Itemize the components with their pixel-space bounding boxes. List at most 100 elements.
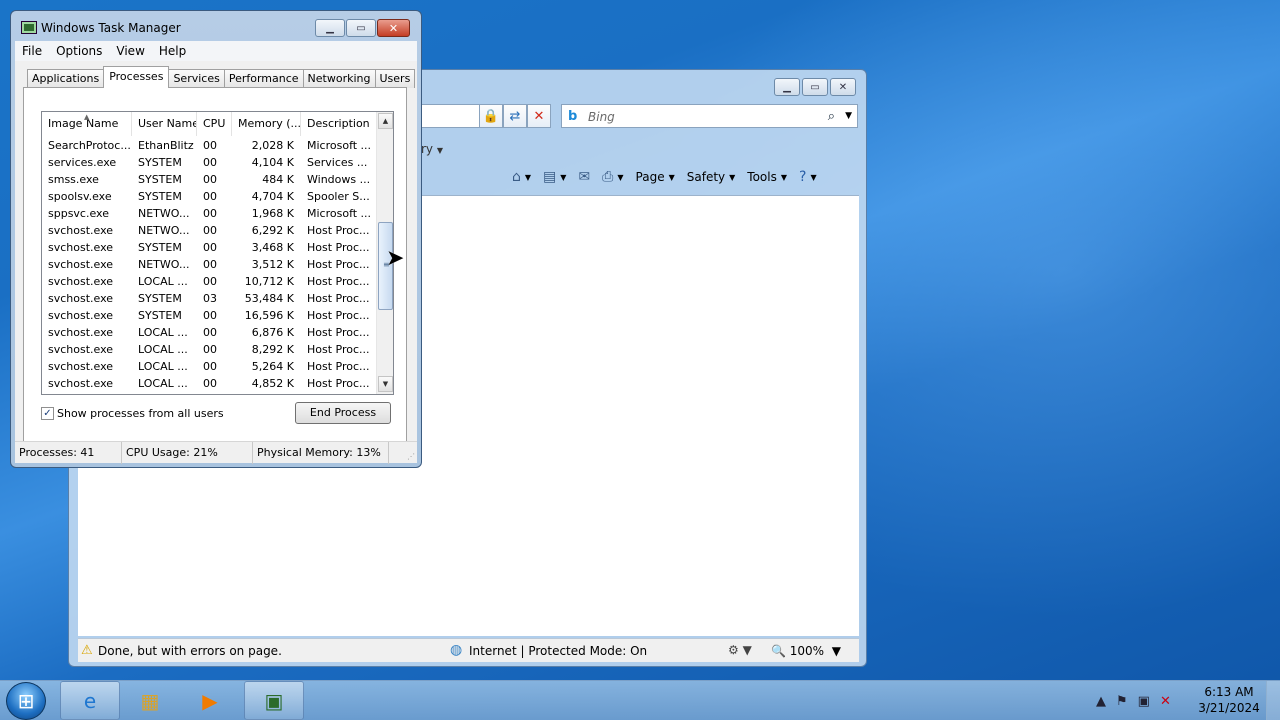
search-dropdown-icon[interactable]: ▼: [845, 111, 852, 121]
page-menu[interactable]: Page ▼: [633, 170, 678, 184]
description-cell: Host Proc...: [307, 343, 370, 356]
favorites-fragment-text: ry: [421, 142, 434, 156]
user-name-cell: SYSTEM: [138, 156, 182, 169]
search-icon[interactable]: ⌕: [828, 109, 835, 124]
menu-options[interactable]: Options: [49, 44, 109, 58]
tab-performance[interactable]: Performance: [223, 69, 304, 88]
table-row[interactable]: svchost.exe LOCAL ... 00 5,264 K Host Proc..…: [42, 358, 375, 375]
show-hidden-icons-icon[interactable]: ▲: [1096, 694, 1106, 709]
menu-view[interactable]: View: [109, 44, 151, 58]
safety-menu[interactable]: Safety ▼: [684, 170, 739, 184]
table-row[interactable]: svchost.exe NETWO... 00 3,512 K Host Proc...: [42, 256, 375, 273]
image-name-cell: svchost.exe: [48, 224, 114, 237]
home-icon: ⌂: [512, 169, 521, 185]
column-image-name[interactable]: ▲ Image Name: [42, 112, 132, 136]
tab-users[interactable]: Users: [374, 69, 416, 88]
network-icon[interactable]: ▣: [1138, 694, 1150, 709]
table-row[interactable]: svchost.exe LOCAL ... 00 8,292 K Host Proc..…: [42, 341, 375, 358]
user-name-cell: EthanBlitz: [138, 139, 194, 152]
help-menu[interactable]: ? ▼: [796, 169, 820, 185]
window-title: Windows Task Manager: [41, 21, 181, 35]
column-user-name[interactable]: User Name: [132, 112, 197, 136]
refresh-icon[interactable]: ⇄: [503, 104, 527, 128]
table-row[interactable]: svchost.exe LOCAL ... 00 10,712 K Host Proc.…: [42, 273, 375, 290]
show-all-users-checkbox[interactable]: ✓ Show processes from all users: [41, 407, 224, 420]
table-row[interactable]: services.exe SYSTEM 00 4,104 K Services ...: [42, 154, 375, 171]
column-description[interactable]: Description: [301, 112, 375, 136]
mail-button[interactable]: ✉: [575, 169, 593, 185]
description-cell: Host Proc...: [307, 326, 370, 339]
start-button[interactable]: ⊞: [6, 682, 46, 720]
task-manager-window[interactable]: Windows Task Manager ▁ ▭ ✕ File Options …: [10, 10, 422, 468]
close-button[interactable]: ✕: [377, 19, 410, 37]
feeds-button[interactable]: ▤ ▼: [540, 169, 569, 185]
security-zone[interactable]: Internet | Protected Mode: On: [469, 644, 647, 658]
table-row[interactable]: svchost.exe LOCAL ... 00 6,876 K Host Proc..…: [42, 324, 375, 341]
stop-icon[interactable]: ✕: [527, 104, 551, 128]
table-row[interactable]: svchost.exe SYSTEM 00 3,468 K Host Proc...: [42, 239, 375, 256]
taskbar-explorer-icon[interactable]: ▦: [120, 681, 180, 720]
popup-blocker-icon[interactable]: ⚙ ▼: [728, 643, 752, 657]
scroll-up-button[interactable]: ▲: [378, 113, 393, 129]
table-row[interactable]: SearchProtoc... EthanBlitz 00 2,028 K Micros…: [42, 137, 375, 154]
table-row[interactable]: svchost.exe NETWO... 00 6,292 K Host Proc...: [42, 222, 375, 239]
task-manager-body: Applications Processes Services Performa…: [15, 61, 417, 447]
cpu-cell: 00: [203, 139, 217, 152]
description-cell: Host Proc...: [307, 292, 370, 305]
action-center-flag-icon[interactable]: ⚑: [1116, 694, 1128, 709]
maximize-button[interactable]: ▭: [802, 78, 828, 96]
user-name-cell: LOCAL ...: [138, 360, 188, 373]
description-cell: Services ...: [307, 156, 368, 169]
table-row[interactable]: svchost.exe SYSTEM 03 53,484 K Host Proc...: [42, 290, 375, 307]
taskbar-media-player-icon[interactable]: ▶: [180, 681, 240, 720]
maximize-button[interactable]: ▭: [346, 19, 376, 37]
taskbar-task-manager-icon[interactable]: ▣: [244, 681, 304, 720]
volume-muted-icon[interactable]: ✕: [1160, 694, 1171, 709]
table-row[interactable]: svchost.exe LOCAL ... 00 4,852 K Host Proc..…: [42, 375, 375, 392]
taskbar-internet-explorer-icon[interactable]: e: [60, 681, 120, 720]
tools-menu[interactable]: Tools ▼: [744, 170, 790, 184]
search-box[interactable]: b Bing ⌕ ▼: [561, 104, 858, 128]
checkbox-box[interactable]: ✓: [41, 407, 54, 420]
minimize-button[interactable]: ▁: [315, 19, 345, 37]
tab-services[interactable]: Services: [168, 69, 225, 88]
image-name-cell: svchost.exe: [48, 360, 114, 373]
scroll-down-button[interactable]: ▼: [378, 376, 393, 392]
user-name-cell: LOCAL ...: [138, 275, 188, 288]
column-cpu[interactable]: CPU: [197, 112, 232, 136]
table-row[interactable]: svchost.exe SYSTEM 00 16,596 K Host Proc...: [42, 307, 375, 324]
image-name-cell: svchost.exe: [48, 377, 114, 390]
tab-applications[interactable]: Applications: [27, 69, 105, 88]
tab-networking[interactable]: Networking: [302, 69, 376, 88]
memory-cell: 5,264 K: [251, 360, 294, 373]
process-list-header: ▲ Image Name User Name CPU Memory (... D…: [42, 112, 375, 136]
close-button[interactable]: ✕: [830, 78, 856, 96]
column-memory[interactable]: Memory (...: [232, 112, 301, 136]
tab-processes[interactable]: Processes: [103, 66, 170, 88]
zoom-level[interactable]: 🔍 100% ▼: [771, 644, 841, 658]
cpu-cell: 00: [203, 190, 217, 203]
table-row[interactable]: sppsvc.exe NETWO... 00 1,968 K Microsoft ...: [42, 205, 375, 222]
title-bar[interactable]: Windows Task Manager ▁ ▭ ✕: [11, 11, 421, 41]
print-button[interactable]: ⎙ ▼: [599, 169, 626, 185]
home-button[interactable]: ⌂ ▼: [509, 169, 534, 185]
minimize-button[interactable]: ▁: [774, 78, 800, 96]
show-desktop-button[interactable]: [1266, 681, 1280, 720]
table-row[interactable]: spoolsv.exe SYSTEM 00 4,704 K Spooler S...: [42, 188, 375, 205]
lock-icon[interactable]: 🔒: [479, 104, 503, 128]
clock[interactable]: 6:13 AM 3/21/2024: [1196, 684, 1262, 716]
resize-grip-icon[interactable]: ⋰: [407, 452, 415, 461]
user-name-cell: NETWO...: [138, 258, 190, 271]
favorites-bar-fragment[interactable]: ry ▼: [421, 142, 443, 156]
menu-help[interactable]: Help: [152, 44, 193, 58]
end-process-button[interactable]: End Process: [295, 402, 391, 424]
menu-file[interactable]: File: [15, 44, 49, 58]
cpu-cell: 00: [203, 309, 217, 322]
table-row[interactable]: smss.exe SYSTEM 00 484 K Windows ...: [42, 171, 375, 188]
description-cell: Host Proc...: [307, 224, 370, 237]
warning-icon[interactable]: ⚠: [81, 643, 93, 658]
process-list[interactable]: ▲ Image Name User Name CPU Memory (... D…: [41, 111, 394, 395]
caption-buttons: ▁ ▭ ✕: [315, 19, 410, 37]
sort-ascending-icon: ▲: [84, 113, 90, 121]
cpu-cell: 00: [203, 275, 217, 288]
